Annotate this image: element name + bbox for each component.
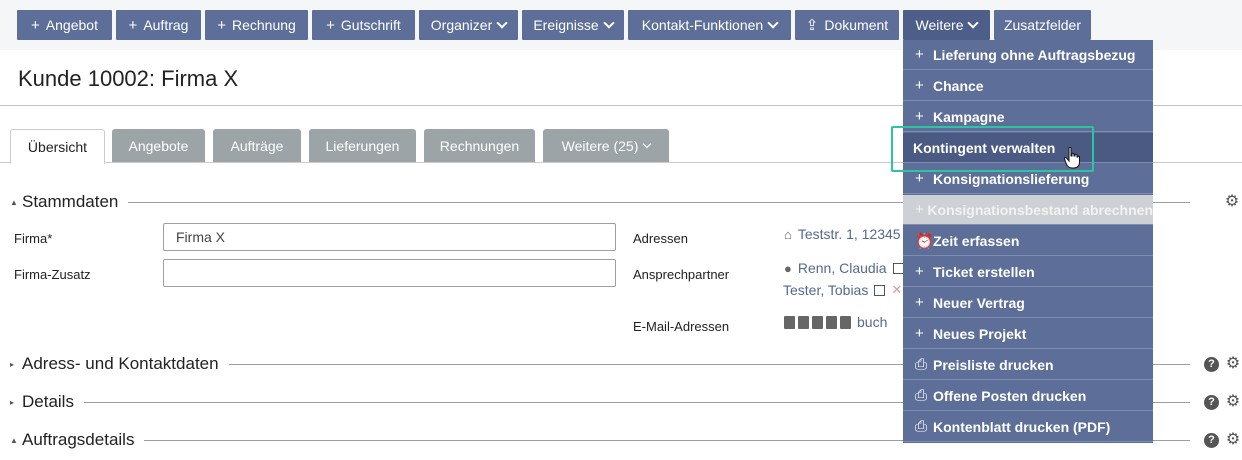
new-invoice-button[interactable]: + Rechnung xyxy=(205,10,308,40)
plus-icon: + xyxy=(915,201,924,218)
expand-caret-icon: ▸ xyxy=(10,359,15,369)
plus-icon: + xyxy=(915,263,924,280)
chevron-down-icon xyxy=(767,17,779,29)
additional-fields-button[interactable]: Zusatzfelder xyxy=(994,10,1091,40)
new-offer-button[interactable]: + Angebot xyxy=(17,10,112,40)
tab-orders[interactable]: Aufträge xyxy=(213,129,301,162)
email-address-link[interactable]: buch xyxy=(784,314,887,330)
plus-icon: + xyxy=(31,16,40,34)
document-button[interactable]: ⇪ Dokument xyxy=(795,10,899,40)
page-title: Kunde 10002: Firma X xyxy=(18,66,239,91)
company-label: Firma* xyxy=(14,231,53,246)
new-order-button[interactable]: + Auftrag xyxy=(116,10,201,40)
tab-offers[interactable]: Angebote xyxy=(112,129,205,162)
collapse-caret-icon: ▲ xyxy=(10,197,18,207)
plus-icon: + xyxy=(128,16,138,34)
remove-icon[interactable]: ✕ xyxy=(891,282,902,298)
chevron-down-icon xyxy=(643,139,652,149)
collapse-caret-icon: ▲ xyxy=(10,435,18,445)
plus-icon: + xyxy=(915,46,924,63)
menu-item-track-time[interactable]: ⏰ Zeit erfassen xyxy=(903,226,1153,256)
help-icon[interactable]: ? xyxy=(1204,432,1219,448)
tab-deliveries[interactable]: Lieferungen xyxy=(309,129,416,162)
help-icon[interactable]: ? xyxy=(1204,356,1219,372)
plus-icon: + xyxy=(915,170,924,187)
menu-item-create-ticket[interactable]: + Ticket erstellen xyxy=(903,257,1153,287)
contact-person-link[interactable]: Tester, Tobias ✕ xyxy=(783,282,902,298)
plus-icon: + xyxy=(326,16,335,34)
email-addresses-label: E-Mail-Adressen xyxy=(633,319,730,334)
printer-icon: ⎙ xyxy=(915,356,928,373)
gear-icon[interactable]: ⚙ xyxy=(1224,194,1240,210)
external-link-icon[interactable] xyxy=(874,284,886,296)
gear-icon[interactable]: ⚙ xyxy=(1225,432,1241,448)
plus-icon: + xyxy=(915,108,924,125)
contact-functions-menu-button[interactable]: Kontakt-Funktionen xyxy=(628,10,791,40)
menu-item-delivery-without-order[interactable]: + Lieferung ohne Auftragsbezug xyxy=(903,40,1153,70)
menu-item-new-project[interactable]: + Neues Projekt xyxy=(903,319,1153,349)
hand-cursor-icon xyxy=(1064,147,1080,169)
plus-icon: + xyxy=(217,16,226,34)
document-type-icons xyxy=(784,315,851,329)
addresses-label: Adressen xyxy=(633,231,688,246)
tab-more[interactable]: Weitere (25) xyxy=(543,129,669,162)
printer-icon: ⎙ xyxy=(915,418,928,435)
company-addition-input[interactable] xyxy=(163,259,616,287)
menu-item-print-open-items[interactable]: ⎙ Offene Posten drucken xyxy=(903,381,1153,411)
plus-icon: + xyxy=(915,325,924,342)
more-dropdown-menu: + Lieferung ohne Auftragsbezug + Chance + K… xyxy=(903,40,1153,443)
contact-person-link[interactable]: ● Renn, Claudia xyxy=(784,260,904,276)
tab-invoices[interactable]: Rechnungen xyxy=(424,129,535,162)
plus-icon: + xyxy=(915,294,924,311)
chevron-down-icon xyxy=(967,17,980,29)
new-credit-note-button[interactable]: + Gutschrift xyxy=(312,10,415,40)
company-addition-label: Firma-Zusatz xyxy=(14,267,91,282)
gear-icon[interactable]: ⚙ xyxy=(1225,394,1241,410)
company-input[interactable] xyxy=(163,223,616,251)
menu-item-new-contract[interactable]: + Neuer Vertrag xyxy=(903,288,1153,318)
events-menu-button[interactable]: Ereignisse xyxy=(522,10,624,40)
plus-icon: + xyxy=(915,77,924,94)
tab-overview[interactable]: Übersicht xyxy=(10,129,105,164)
menu-item-consignment-settlement: + Konsignationsbestand abrechnen xyxy=(903,195,1153,225)
chevron-down-icon xyxy=(496,17,508,29)
contact-person-label: Ansprechpartner xyxy=(633,267,730,282)
expand-caret-icon: ▸ xyxy=(10,397,15,407)
address-link[interactable]: ⌂ Teststr. 1, 12345 xyxy=(784,226,901,242)
home-icon: ⌂ xyxy=(784,226,792,242)
gear-icon[interactable]: ⚙ xyxy=(1225,356,1241,372)
more-menu-button[interactable]: Weitere xyxy=(903,10,990,40)
help-icon[interactable]: ? xyxy=(1204,394,1219,410)
organizer-menu-button[interactable]: Organizer xyxy=(419,10,518,40)
menu-item-print-price-list[interactable]: ⎙ Preisliste drucken xyxy=(903,350,1153,380)
upload-icon: ⇪ xyxy=(805,16,819,34)
alarm-clock-icon: ⏰ xyxy=(915,232,934,250)
printer-icon: ⎙ xyxy=(915,387,928,404)
chevron-down-icon xyxy=(603,17,615,29)
external-link-icon[interactable] xyxy=(892,262,904,274)
person-icon: ● xyxy=(784,260,792,276)
menu-item-print-account-sheet[interactable]: ⎙ Kontenblatt drucken (PDF) xyxy=(903,412,1153,442)
menu-item-opportunity[interactable]: + Chance xyxy=(903,71,1153,101)
